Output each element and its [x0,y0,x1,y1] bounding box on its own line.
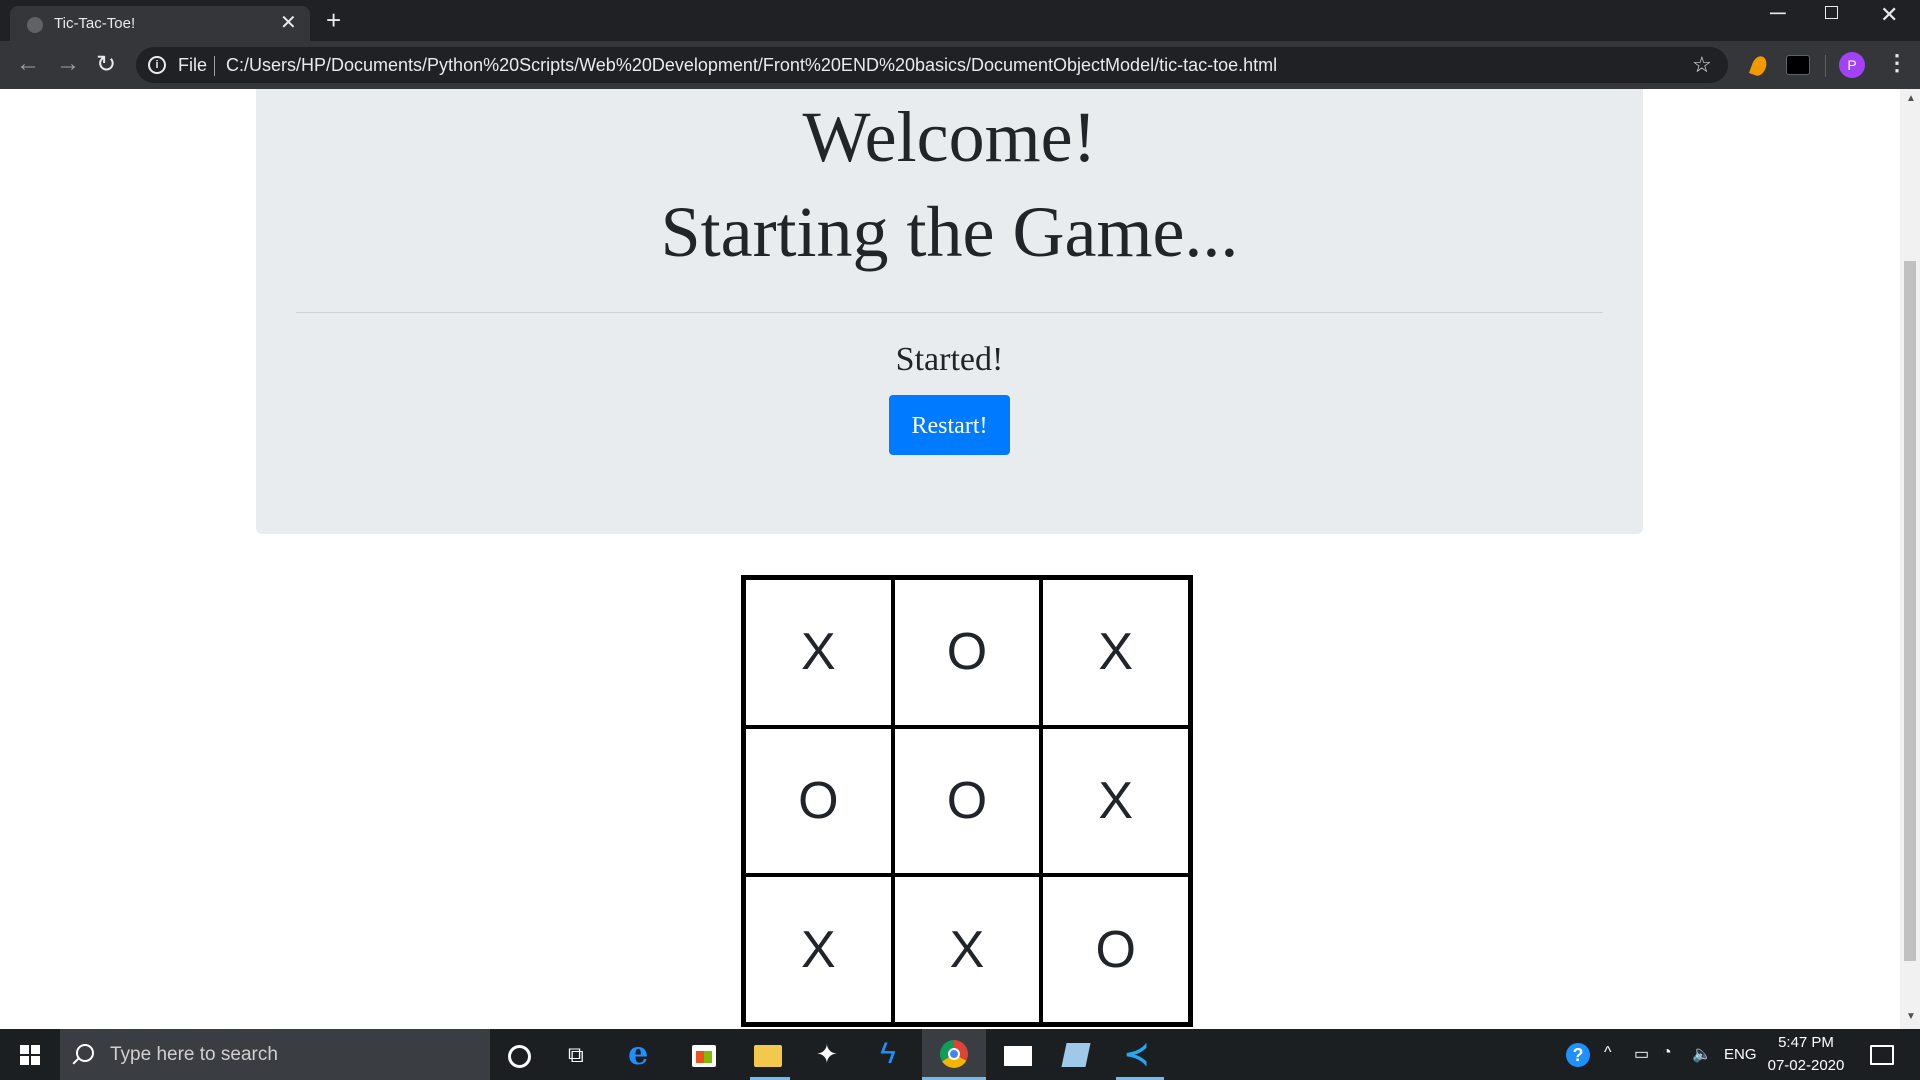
page-viewport: Welcome! Starting the Game... Started! R… [0,89,1900,1029]
volume-icon[interactable]: 🔈 [1692,1044,1712,1064]
back-arrow-icon[interactable]: ← [16,50,40,78]
board-cell[interactable]: X [892,875,1042,1024]
bookmark-star-icon[interactable]: ☆ [1692,52,1712,78]
board-cell[interactable]: O [1041,875,1190,1024]
board-cell[interactable]: X [1041,726,1190,876]
mail-icon[interactable] [1004,1046,1032,1066]
file-explorer-icon[interactable] [754,1045,782,1067]
scheme-label: File [178,55,208,75]
info-icon[interactable]: i [148,56,166,74]
board-cell[interactable]: X [1041,578,1190,727]
visual-studio-icon[interactable]: ϟ [880,1037,908,1070]
close-window-icon[interactable]: ✕ [1880,2,1898,28]
globe-icon [27,17,43,33]
jumbotron: Welcome! Starting the Game... Started! R… [256,89,1643,534]
address-bar[interactable]: i File C:/Users/HP/Documents/Python%20Sc… [136,47,1728,83]
page-scrollbar[interactable]: ▲ ▼ [1900,89,1920,1029]
game-board: X O X O O X X X O [741,575,1193,1027]
notification-icon[interactable] [1870,1045,1894,1065]
task-view-icon[interactable]: ⧉ [568,1042,596,1070]
clock-date[interactable]: 07-02-2020 [1762,1057,1850,1074]
chevron-up-icon[interactable]: ^ [1604,1044,1612,1062]
restart-button[interactable]: Restart! [889,395,1010,455]
cortana-icon[interactable] [508,1045,531,1068]
extension-icon[interactable] [1786,55,1810,75]
scroll-down-icon[interactable]: ▼ [1906,1011,1916,1022]
windows-start-icon[interactable] [20,1045,40,1065]
search-placeholder: Type here to search [110,1044,278,1065]
store-icon[interactable] [692,1045,716,1067]
reload-icon[interactable]: ↻ [96,50,116,79]
search-icon [76,1044,94,1062]
vscode-icon[interactable]: ≺ [1124,1037,1152,1071]
status-text: Started! [895,341,1004,378]
browser-toolbar: ← → ↻ i File C:/Users/HP/Documents/Pytho… [0,41,1920,89]
battery-icon[interactable]: ▭ [1634,1044,1649,1064]
board-cell[interactable]: O [744,726,893,876]
menu-dots-icon[interactable]: ⋮ [1886,50,1908,76]
browser-titlebar: Tic-Tac-Toe! ✕ + ─ ✕ [0,0,1920,41]
starting-heading: Starting the Game... [660,192,1239,272]
welcome-heading: Welcome! [802,97,1097,177]
divider [296,312,1603,313]
board-cell[interactable]: X [744,875,893,1024]
board-cell[interactable]: X [744,578,893,727]
notepad-icon[interactable] [1061,1043,1091,1067]
taskbar: Type here to search ⧉ e ✦ ϟ ≺ [0,1029,1920,1080]
chrome-taskbar-button[interactable] [922,1029,986,1080]
tab-title: Tic-Tac-Toe! [54,15,136,32]
board-cell[interactable]: O [892,726,1042,876]
clock-time[interactable]: 5:47 PM [1768,1034,1844,1051]
dropbox-icon[interactable]: ✦ [816,1039,844,1069]
language-indicator[interactable]: ENG [1724,1046,1757,1063]
address-separator [214,56,215,76]
chrome-icon [940,1040,968,1068]
edge-icon[interactable]: e [628,1034,656,1072]
minimize-icon[interactable]: ─ [1770,0,1786,26]
scroll-up-icon[interactable]: ▲ [1906,93,1916,104]
forward-arrow-icon[interactable]: → [56,50,80,78]
browser-tab[interactable]: Tic-Tac-Toe! ✕ [10,6,310,41]
new-tab-button[interactable]: + [326,6,341,34]
toolbar-divider [1825,55,1826,77]
profile-avatar[interactable]: P [1839,52,1865,78]
scroll-thumb[interactable] [1904,261,1916,961]
help-icon[interactable]: ? [1566,1043,1590,1067]
url-text[interactable]: C:/Users/HP/Documents/Python%20Scripts/W… [226,55,1277,76]
tab-close-icon[interactable]: ✕ [280,12,297,34]
wifi-icon[interactable]: ◔ [1662,1044,1672,1062]
taskbar-search-box[interactable]: Type here to search [60,1029,490,1080]
maximize-icon[interactable] [1825,6,1838,19]
board-cell[interactable]: O [892,578,1042,727]
